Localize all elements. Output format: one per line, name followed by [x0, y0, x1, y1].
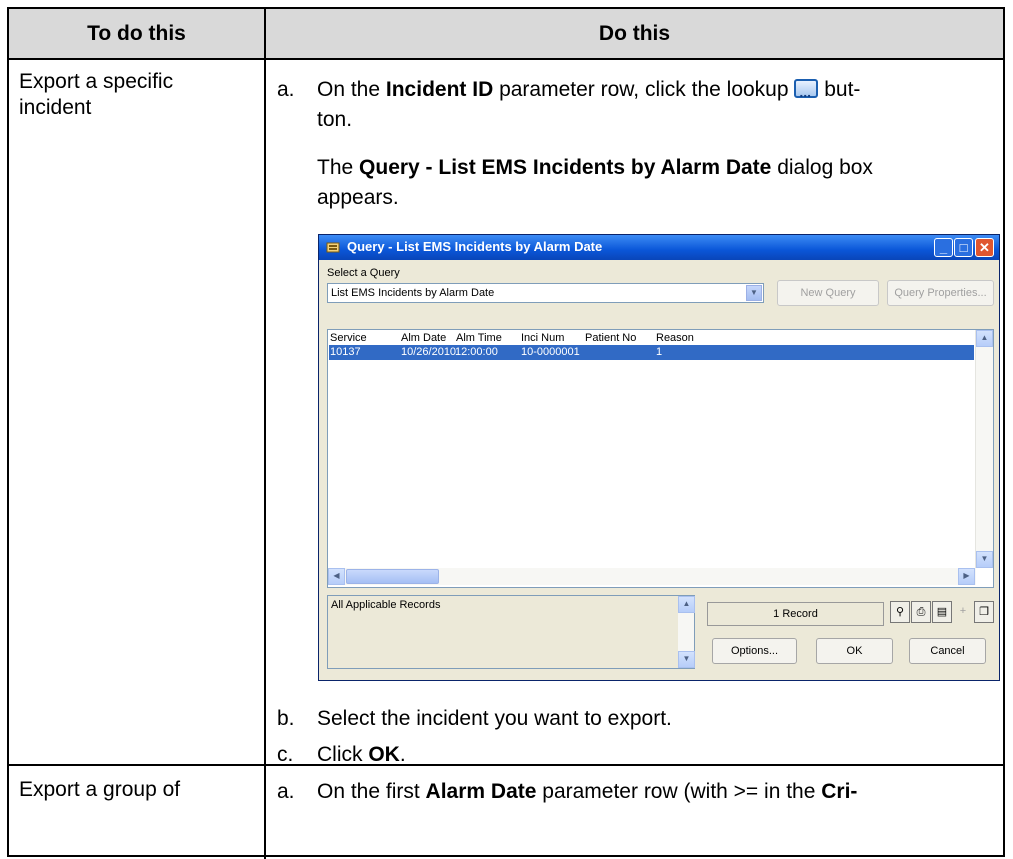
results-grid[interactable]: Service Alm Date Alm Time Inci Num Patie…: [327, 329, 994, 588]
options-button[interactable]: Options...: [712, 638, 797, 664]
query-select[interactable]: List EMS Incidents by Alarm Date ▼: [327, 283, 764, 303]
step-bold: Cri-: [821, 780, 858, 803]
table-cell: 12:00:00: [455, 346, 498, 358]
header-to-do-this: To do this: [87, 22, 186, 45]
step-label: b.: [277, 707, 295, 730]
step-text: On the first Alarm Date parameter row (w…: [317, 777, 997, 807]
column-header[interactable]: Service: [330, 332, 367, 344]
column-header[interactable]: Reason: [656, 332, 694, 344]
step-text: The Query - List EMS Incidents by Alarm …: [317, 153, 907, 213]
app-icon: [326, 242, 340, 253]
scroll-up-icon[interactable]: ▲: [976, 330, 993, 347]
print-preview-icon[interactable]: ▤: [932, 601, 952, 623]
step-text-part: On the: [317, 78, 386, 101]
table-cell: 10-0000001: [521, 346, 580, 358]
step-bold: Alarm Date: [425, 780, 537, 803]
step-a-result: The Query - List EMS Incidents by Alarm …: [277, 153, 977, 217]
scroll-up-icon[interactable]: ▲: [678, 596, 695, 613]
selected-query: List EMS Incidents by Alarm Date: [331, 287, 495, 299]
print-icon[interactable]: ⎙: [911, 601, 931, 623]
minimize-button[interactable]: _: [934, 238, 953, 257]
step-text-part: parameter row, click the lookup: [493, 78, 795, 101]
step-b: b. Select the incident you want to expor…: [277, 704, 977, 734]
task-export-specific-incident: Export a specific incident: [19, 70, 174, 119]
select-query-label: Select a Query: [327, 267, 400, 279]
memo-scrollbar[interactable]: ▲ ▼: [678, 596, 695, 668]
new-query-button[interactable]: New Query: [777, 280, 879, 306]
step-text: On the Incident ID parameter row, click …: [317, 75, 887, 135]
lookup-button-icon: [794, 77, 819, 107]
table-header: To do this Do this: [9, 9, 1003, 60]
filter-text: All Applicable Records: [331, 599, 441, 611]
task-export-group: Export a group of: [19, 778, 181, 801]
step-group-a: a. On the first Alarm Date parameter row…: [277, 777, 997, 807]
column-header[interactable]: Alm Date: [401, 332, 446, 344]
table-row[interactable]: 10137 10/26/2010 12:00:00 10-0000001 1: [329, 345, 974, 360]
record-count: 1 Record: [707, 602, 884, 626]
scroll-right-icon[interactable]: ▶: [958, 568, 975, 585]
step-a: a. On the Incident ID parameter row, cli…: [277, 75, 977, 135]
dialog-title: Query - List EMS Incidents by Alarm Date: [347, 239, 603, 254]
column-header[interactable]: Inci Num: [521, 332, 564, 344]
step-bold: OK: [368, 743, 400, 766]
chevron-down-icon[interactable]: ▼: [746, 285, 762, 301]
table-cell: 10/26/2010: [401, 346, 457, 358]
close-button[interactable]: ✕: [975, 238, 994, 257]
step-text-part: Click: [317, 743, 369, 766]
step-label: c.: [277, 743, 294, 766]
copy-icon[interactable]: ❐: [974, 601, 994, 623]
column-header[interactable]: Alm Time: [456, 332, 502, 344]
cancel-button[interactable]: Cancel: [909, 638, 986, 664]
procedure-document: To do this Do this Export a specific inc…: [0, 0, 1013, 859]
table-cell: 1: [656, 346, 663, 358]
binoculars-icon[interactable]: ⚲: [890, 601, 910, 623]
filter-description[interactable]: All Applicable Records ▲ ▼: [327, 595, 695, 669]
scroll-down-icon[interactable]: ▼: [678, 651, 695, 668]
scroll-thumb[interactable]: [346, 569, 439, 584]
column-header[interactable]: Patient No: [585, 332, 636, 344]
step-label: a.: [277, 780, 295, 803]
step-c: c. Click OK.: [277, 740, 977, 770]
step-bold: Query - List EMS Incidents by Alarm Date: [359, 156, 772, 179]
query-dialog: Query - List EMS Incidents by Alarm Date…: [318, 234, 1000, 681]
step-text-part: The: [317, 156, 360, 179]
dialog-title-bar: Query - List EMS Incidents by Alarm Date…: [319, 235, 999, 260]
step-text-part: .: [399, 743, 406, 766]
query-properties-button[interactable]: Query Properties...: [887, 280, 994, 306]
table-cell: 10137: [330, 346, 361, 358]
horizontal-scrollbar[interactable]: ◀ ▶: [328, 568, 976, 585]
vertical-scrollbar[interactable]: ▲ ▼: [975, 330, 993, 568]
step-text-part: On the first: [317, 780, 426, 803]
scroll-down-icon[interactable]: ▼: [976, 551, 993, 568]
step-bold: Incident ID: [385, 78, 494, 101]
ok-button[interactable]: OK: [816, 638, 893, 664]
step-text: Click OK.: [317, 740, 887, 770]
step-label: a.: [277, 78, 295, 101]
maximize-button[interactable]: □: [954, 238, 973, 257]
header-do-this: Do this: [598, 22, 671, 45]
add-icon[interactable]: +: [953, 601, 973, 623]
step-text-part: parameter row (with >= in the: [536, 780, 822, 803]
column-divider: [264, 9, 266, 859]
scroll-left-icon[interactable]: ◀: [328, 568, 345, 585]
step-text: Select the incident you want to export.: [317, 707, 672, 730]
